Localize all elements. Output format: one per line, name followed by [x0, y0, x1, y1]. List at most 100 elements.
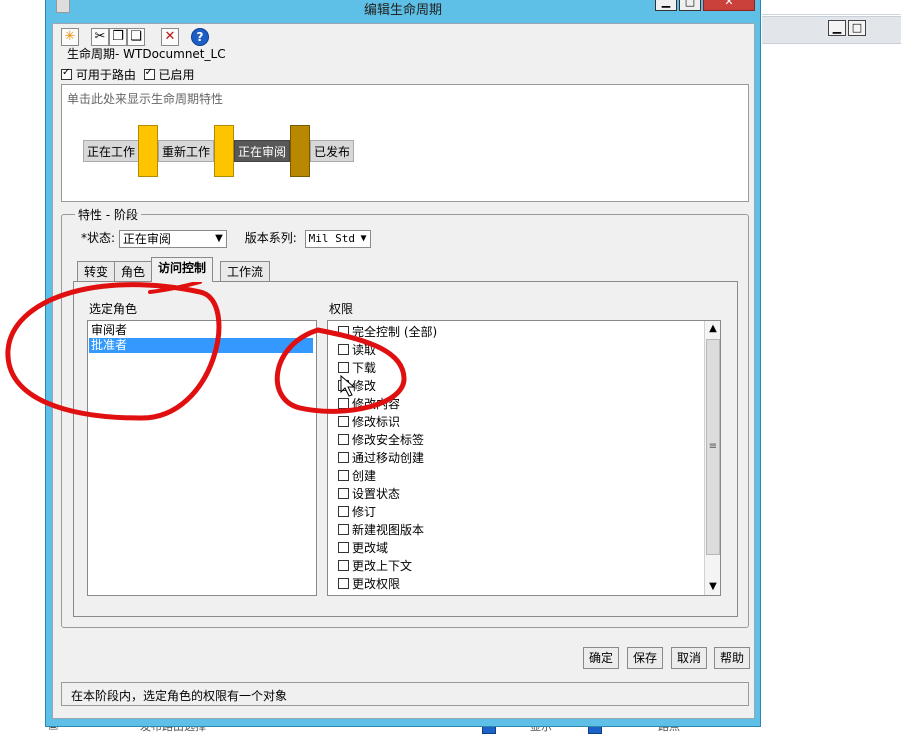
- background-window-left: [0, 0, 45, 733]
- help-icon[interactable]: ?: [191, 28, 209, 46]
- perm-item[interactable]: 新建视图版本: [338, 521, 424, 538]
- properties-title: 特性 - 阶段: [75, 206, 141, 223]
- perm-item[interactable]: 修订: [338, 503, 376, 520]
- perm-item[interactable]: 完全控制 (全部): [338, 323, 437, 340]
- permissions-list[interactable]: 完全控制 (全部) 读取 下载 修改 修改内容 修改标识 修改安全标签 通过移动…: [327, 320, 721, 596]
- perm-checkbox[interactable]: [338, 452, 349, 463]
- chevron-up-icon[interactable]: ▲: [705, 321, 720, 337]
- roles-list[interactable]: 审阅者 批准者: [87, 320, 317, 596]
- perm-checkbox[interactable]: [338, 380, 349, 391]
- lifecycle-diagram[interactable]: 单击此处来显示生命周期特性 正在工作 重新工作 正在审阅 已发布: [61, 84, 749, 202]
- gate-3[interactable]: [290, 125, 310, 177]
- bg-maximize-button[interactable]: □: [848, 20, 866, 36]
- perm-checkbox[interactable]: [338, 434, 349, 445]
- edit-lifecycle-dialog: 编辑生命周期 ▁ □ ✕ ✳ ✂ ❐ ❏ ✕ ? 生命周期- WTDocumne…: [45, 0, 761, 727]
- perm-label: 完全控制 (全部): [352, 325, 438, 339]
- bg-minimize-button[interactable]: ▁: [828, 20, 846, 36]
- perm-checkbox[interactable]: [338, 506, 349, 517]
- phase-released[interactable]: 已发布: [310, 140, 354, 162]
- minimize-button[interactable]: ▁: [655, 0, 677, 11]
- perm-item[interactable]: 读取: [338, 341, 376, 358]
- perm-label: 修订: [352, 505, 377, 519]
- tab-roles[interactable]: 角色: [114, 261, 153, 281]
- gate-2[interactable]: [214, 125, 234, 177]
- state-label: *状态:: [81, 231, 116, 245]
- close-button[interactable]: ✕: [703, 0, 755, 11]
- maximize-button[interactable]: □: [679, 0, 701, 11]
- perm-label: 更改权限: [352, 577, 401, 591]
- perm-item[interactable]: 删除: [338, 593, 376, 596]
- tab-workflow[interactable]: 工作流: [220, 261, 271, 281]
- perm-checkbox[interactable]: [338, 416, 349, 427]
- background-divider: [762, 14, 901, 15]
- cut-icon[interactable]: ✂: [91, 28, 109, 46]
- save-button[interactable]: 保存: [627, 647, 664, 669]
- permissions-label: 权限: [329, 302, 354, 316]
- dialog-client: ✳ ✂ ❐ ❏ ✕ ? 生命周期- WTDocumnet_LC 可用于路由 已启…: [52, 23, 755, 719]
- scrollbar-thumb[interactable]: ≡: [706, 339, 720, 555]
- perm-item[interactable]: 修改安全标签: [338, 431, 424, 448]
- delete-icon[interactable]: ✕: [161, 28, 179, 46]
- perm-checkbox[interactable]: [338, 578, 349, 589]
- perm-checkbox[interactable]: [338, 362, 349, 373]
- options-row: 可用于路由 已启用: [61, 66, 195, 83]
- perm-label: 删除: [352, 595, 376, 596]
- chevron-down-icon[interactable]: ▼: [705, 579, 720, 595]
- routing-checkbox[interactable]: [61, 67, 72, 80]
- ok-button[interactable]: 确定: [583, 647, 620, 669]
- perm-item[interactable]: 修改内容: [338, 395, 400, 412]
- perm-label: 修改标识: [352, 415, 401, 429]
- perm-item[interactable]: 创建: [338, 467, 376, 484]
- perm-label: 创建: [352, 469, 377, 483]
- perm-item[interactable]: 更改域: [338, 539, 388, 556]
- help-button[interactable]: 帮助: [714, 647, 751, 669]
- chevron-down-icon: ▼: [215, 232, 223, 244]
- perm-item[interactable]: 修改标识: [338, 413, 400, 430]
- perm-checkbox[interactable]: [338, 470, 349, 481]
- perm-item[interactable]: 设置状态: [338, 485, 400, 502]
- tab-access-control[interactable]: 访问控制: [151, 257, 214, 282]
- phase-in-work[interactable]: 正在工作: [83, 140, 139, 162]
- perm-item[interactable]: 更改上下文: [338, 557, 412, 574]
- copy-icon[interactable]: ❐: [109, 28, 127, 46]
- perm-item[interactable]: 通过移动创建: [338, 449, 424, 466]
- role-item-selected[interactable]: 批准者: [89, 338, 313, 353]
- phase-rework[interactable]: 重新工作: [158, 140, 214, 162]
- lifecycle-hint: 单击此处来显示生命周期特性: [67, 92, 224, 106]
- permissions-scrollbar[interactable]: ▲ ≡ ▼: [704, 321, 720, 595]
- perm-label: 新建视图版本: [352, 523, 425, 537]
- lifecycle-name: 生命周期- WTDocumnet_LC: [67, 47, 226, 61]
- state-row: *状态: 正在审阅 ▼ 版本系列: Mil Std ▼: [81, 229, 371, 248]
- paste-icon[interactable]: ❏: [127, 28, 145, 46]
- perm-label: 设置状态: [352, 487, 401, 501]
- chevron-down-icon: ▼: [360, 232, 367, 244]
- title-bar[interactable]: 编辑生命周期 ▁ □ ✕: [46, 0, 760, 18]
- version-value: Mil Std: [308, 231, 355, 245]
- cancel-button[interactable]: 取消: [671, 647, 708, 669]
- perm-item[interactable]: 下载: [338, 359, 376, 376]
- role-item[interactable]: 审阅者: [89, 323, 313, 338]
- perm-checkbox[interactable]: [338, 524, 349, 535]
- perm-label: 更改上下文: [352, 559, 413, 573]
- background-window: [762, 0, 901, 733]
- perm-checkbox[interactable]: [338, 398, 349, 409]
- tab-transitions[interactable]: 转变: [77, 261, 116, 281]
- perm-item[interactable]: 更改权限: [338, 575, 400, 592]
- state-select[interactable]: 正在审阅 ▼: [118, 229, 227, 248]
- version-label: 版本系列:: [244, 231, 297, 245]
- phase-under-review[interactable]: 正在审阅: [234, 140, 290, 162]
- perm-checkbox[interactable]: [338, 560, 349, 571]
- perm-checkbox[interactable]: [338, 326, 349, 337]
- enabled-checkbox[interactable]: [143, 67, 155, 80]
- perm-label: 更改域: [352, 541, 389, 555]
- perm-checkbox[interactable]: [338, 542, 349, 553]
- gate-1[interactable]: [138, 125, 158, 177]
- perm-label: 读取: [352, 343, 377, 357]
- perm-checkbox[interactable]: [338, 488, 349, 499]
- new-icon[interactable]: ✳: [61, 28, 79, 46]
- perm-label: 通过移动创建: [352, 451, 425, 465]
- status-text: 在本阶段内，选定角色的权限有一个对象: [71, 689, 288, 703]
- version-select[interactable]: Mil Std ▼: [304, 229, 371, 248]
- perm-checkbox[interactable]: [338, 344, 349, 355]
- perm-item[interactable]: 修改: [338, 377, 376, 394]
